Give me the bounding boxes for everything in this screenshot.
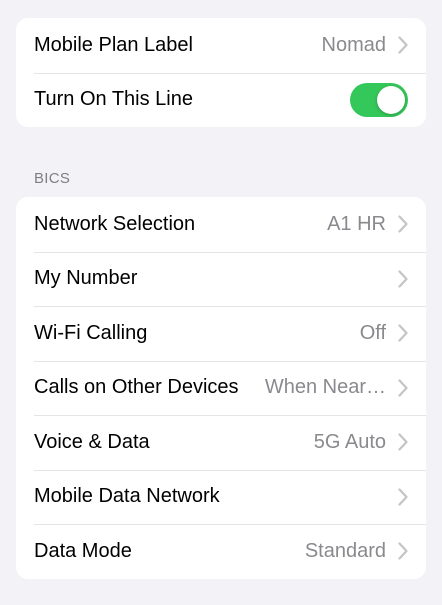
my-number-row[interactable]: My Number xyxy=(16,251,426,307)
mobile-plan-label-row[interactable]: Mobile Plan Label Nomad xyxy=(16,18,426,73)
mobile-plan-label-label: Mobile Plan Label xyxy=(34,33,193,56)
chevron-right-icon xyxy=(398,36,408,54)
line-settings-group: Mobile Plan Label Nomad Turn On This Lin… xyxy=(16,18,426,127)
chevron-right-icon xyxy=(398,488,408,506)
calls-other-devices-label: Calls on Other Devices xyxy=(34,376,239,399)
wifi-calling-row[interactable]: Wi-Fi Calling Off xyxy=(16,306,426,361)
chevron-right-icon xyxy=(398,542,408,560)
network-selection-label: Network Selection xyxy=(34,212,196,235)
turn-on-line-label: Turn On This Line xyxy=(34,88,193,111)
mobile-data-network-row[interactable]: Mobile Data Network xyxy=(16,469,426,525)
chevron-right-icon xyxy=(398,215,408,233)
voice-data-label: Voice & Data xyxy=(34,430,150,453)
turn-on-line-row: Turn On This Line xyxy=(16,72,426,128)
chevron-right-icon xyxy=(398,433,408,451)
data-mode-value: Standard xyxy=(304,539,386,562)
calls-other-devices-value: When Near… xyxy=(264,376,386,399)
voice-data-value: 5G Auto xyxy=(313,430,386,453)
toggle-knob xyxy=(377,85,405,114)
network-selection-value: A1 HR xyxy=(327,212,386,235)
voice-data-row[interactable]: Voice & Data 5G Auto xyxy=(16,415,426,470)
chevron-right-icon xyxy=(398,270,408,288)
chevron-right-icon xyxy=(398,379,408,397)
wifi-calling-value: Off xyxy=(359,321,386,344)
section-header-bics: BICS xyxy=(34,170,71,187)
data-mode-label: Data Mode xyxy=(34,539,132,562)
wifi-calling-label: Wi-Fi Calling xyxy=(34,321,148,344)
mobile-data-network-label: Mobile Data Network xyxy=(34,485,220,508)
network-selection-row[interactable]: Network Selection A1 HR xyxy=(16,197,426,252)
chevron-right-icon xyxy=(398,324,408,342)
data-mode-row[interactable]: Data Mode Standard xyxy=(16,524,426,579)
calls-other-devices-row[interactable]: Calls on Other Devices When Near… xyxy=(16,360,426,416)
bics-settings-group: Network Selection A1 HR My Number Wi-Fi … xyxy=(16,197,426,579)
turn-on-line-toggle[interactable] xyxy=(350,82,408,117)
mobile-plan-label-value: Nomad xyxy=(321,33,386,56)
my-number-label: My Number xyxy=(34,267,138,290)
